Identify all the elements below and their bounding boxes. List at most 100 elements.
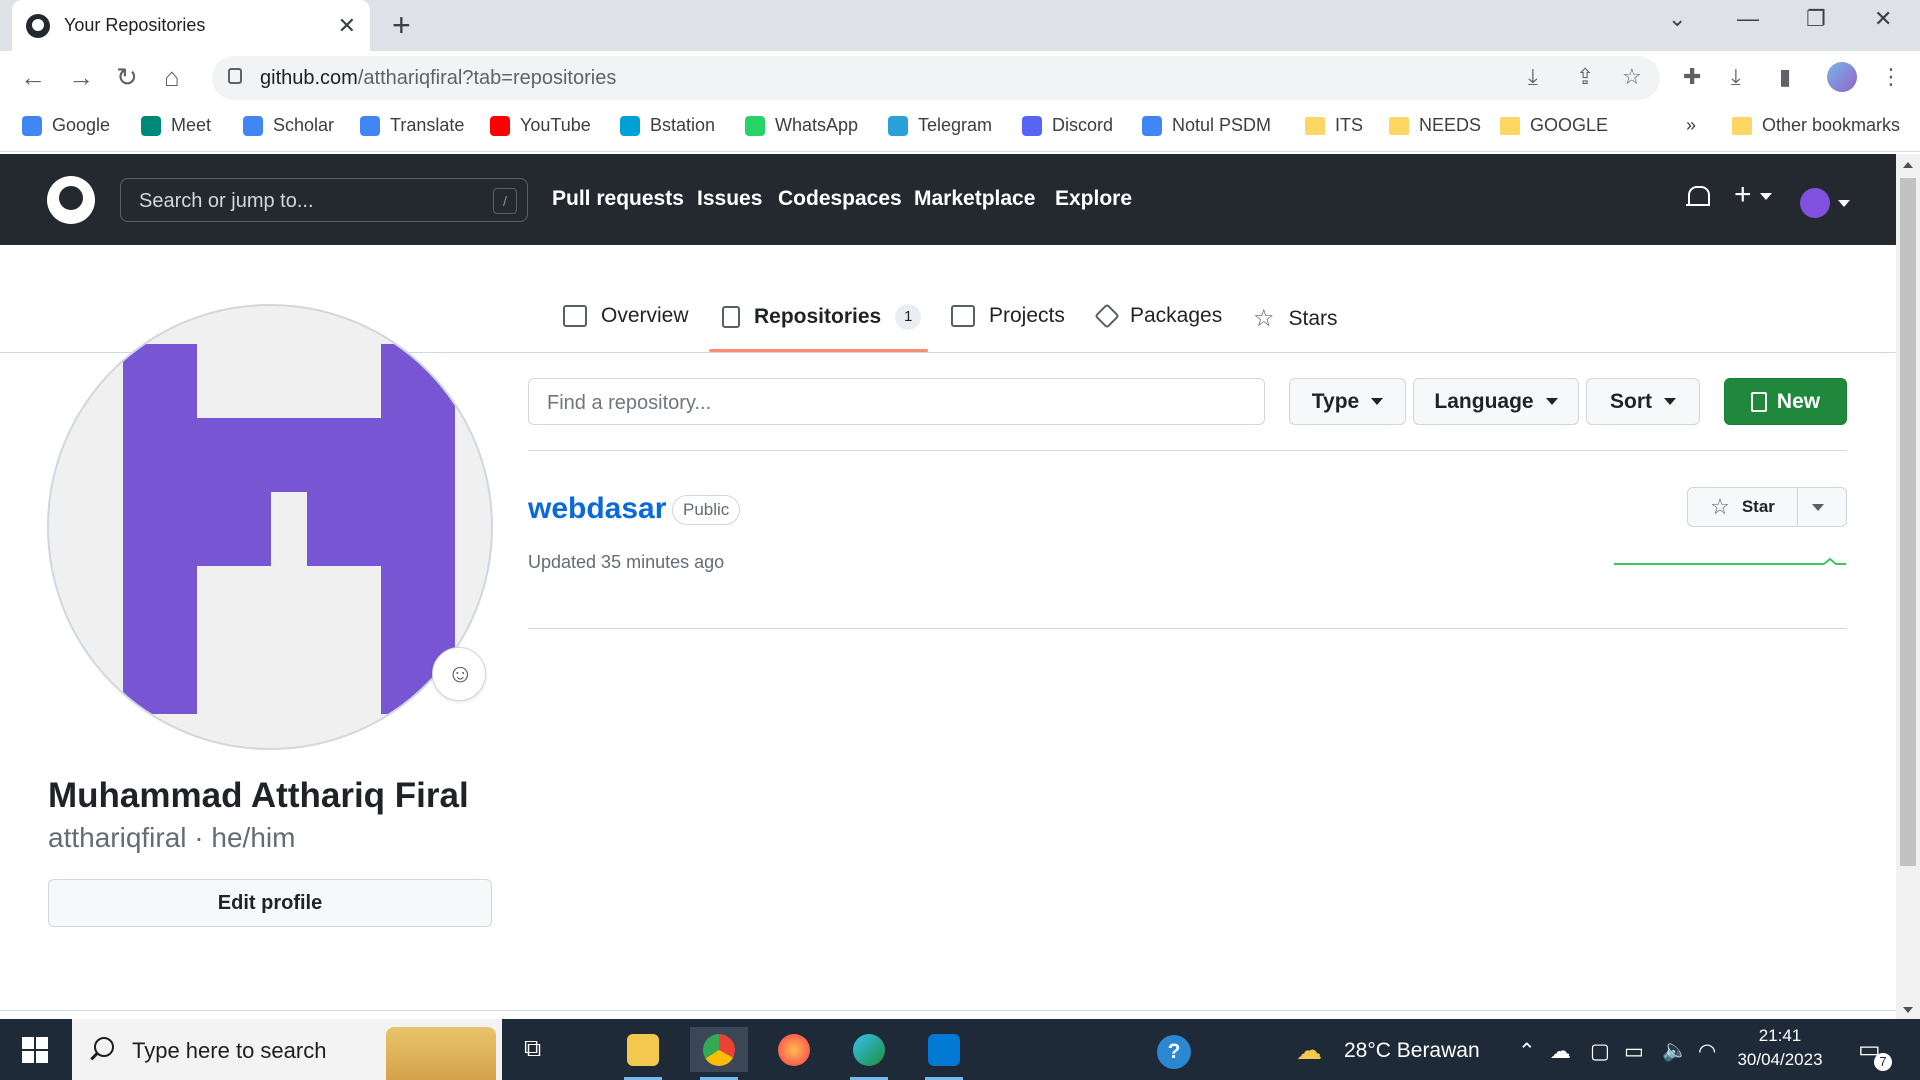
new-repository-button[interactable]: New [1724, 378, 1847, 425]
tab-repositories[interactable]: Repositories 1 [722, 304, 922, 330]
star-label: Star [1741, 497, 1775, 516]
browser-tab[interactable]: Your Repositories ✕ [12, 0, 370, 51]
new-tab-button[interactable]: + [392, 8, 411, 42]
bookmarks-overflow-icon[interactable]: » [1686, 115, 1696, 136]
nav-explore[interactable]: Explore [1055, 187, 1132, 211]
search-placeholder: Search or jump to... [139, 190, 314, 212]
windows-start-icon[interactable] [22, 1037, 48, 1063]
edge-app[interactable] [840, 1027, 898, 1080]
firefox-app[interactable] [765, 1027, 823, 1072]
forward-icon[interactable]: → [68, 62, 94, 92]
downloads-icon[interactable]: ⤓ [1731, 64, 1741, 90]
bookmark-discord[interactable]: Discord [1022, 115, 1113, 136]
tab-projects[interactable]: Projects [951, 304, 1065, 328]
extensions-icon[interactable]: ✚ [1683, 64, 1701, 90]
nav-marketplace[interactable]: Marketplace [914, 187, 1035, 211]
tab-overview[interactable]: Overview [563, 304, 689, 328]
github-logo-icon[interactable] [47, 176, 95, 224]
address-bar[interactable]: github.com/atthariqfiral?tab=repositorie… [212, 56, 1660, 100]
language-filter-button[interactable]: Language [1413, 378, 1579, 425]
nav-issues[interactable]: Issues [697, 187, 762, 211]
nav-codespaces[interactable]: Codespaces [778, 187, 902, 211]
side-panel-icon[interactable]: ▮ [1779, 64, 1791, 90]
divider [528, 628, 1847, 629]
back-icon[interactable]: ← [20, 62, 46, 92]
page-scrollbar[interactable] [1896, 154, 1920, 1019]
tab-stars-label: Stars [1288, 306, 1338, 330]
bookmark-notul-psdm[interactable]: Notul PSDM [1142, 115, 1271, 136]
minimize-icon[interactable]: — [1737, 6, 1759, 32]
telegram-icon [888, 115, 908, 136]
discord-icon [1022, 115, 1042, 136]
profile-avatar[interactable] [47, 304, 493, 750]
github-search-input[interactable]: Search or jump to... / [120, 178, 528, 222]
star-button[interactable]: ☆ Star [1687, 487, 1847, 527]
bookmark-its[interactable]: ITS [1305, 115, 1363, 136]
profile-avatar-icon[interactable] [1827, 62, 1857, 92]
bookmark-telegram[interactable]: Telegram [888, 115, 992, 136]
home-icon[interactable]: ⌂ [164, 62, 180, 92]
bookmark-translate[interactable]: Translate [360, 115, 464, 136]
repo-link[interactable]: webdasar [528, 492, 666, 526]
tab-packages[interactable]: Packages [1094, 303, 1222, 329]
vscode-app[interactable] [915, 1027, 973, 1080]
bookmark-label: Discord [1052, 115, 1114, 135]
star-main[interactable]: ☆ Star [1688, 488, 1798, 526]
chrome-icon [703, 1033, 735, 1066]
find-placeholder: Find a repository... [547, 392, 712, 414]
bookmark-label: Notul PSDM [1172, 115, 1272, 135]
bookmark-meet[interactable]: Meet [141, 115, 211, 136]
star-list-chevron-icon[interactable] [1812, 504, 1824, 511]
scroll-down-arrow-icon[interactable] [1903, 1007, 1913, 1013]
task-view-icon[interactable]: ⧉ [524, 1035, 541, 1063]
avatar-chevron-down-icon[interactable] [1838, 200, 1850, 207]
bookmark-scholar[interactable]: Scholar [243, 115, 334, 136]
volume-icon[interactable]: 🔈 [1662, 1039, 1688, 1063]
folder-icon [1500, 116, 1520, 135]
other-bookmarks[interactable]: Other bookmarks [1732, 115, 1900, 136]
meet-now-icon[interactable]: ▢ [1590, 1039, 1610, 1064]
file-explorer-app[interactable] [614, 1027, 672, 1080]
scroll-thumb[interactable] [1900, 178, 1916, 866]
weather-text[interactable]: 28°C Berawan [1344, 1039, 1480, 1063]
create-new-button[interactable]: + [1734, 180, 1772, 210]
set-status-smiley-icon[interactable] [432, 647, 486, 701]
find-repository-input[interactable]: Find a repository... [528, 378, 1265, 425]
window-close-icon[interactable]: ✕ [1874, 6, 1892, 32]
language-filter-label: Language [1434, 389, 1534, 413]
edit-profile-button[interactable]: Edit profile [48, 879, 492, 927]
help-icon[interactable]: ? [1157, 1035, 1191, 1069]
taskbar-search-box[interactable]: Type here to search [72, 1019, 502, 1080]
tab-close-icon[interactable]: ✕ [338, 13, 356, 39]
bookmark-google[interactable]: GOOGLE [1500, 115, 1608, 136]
bookmark-youtube[interactable]: YouTube [490, 115, 591, 136]
tray-chevron-up-icon[interactable]: ⌃ [1518, 1039, 1536, 1064]
bookmark-whatsapp[interactable]: WhatsApp [745, 115, 858, 136]
install-app-icon[interactable]: ⤓ [1528, 64, 1538, 90]
restore-icon[interactable]: ❐ [1806, 6, 1826, 32]
notifications-bell-icon[interactable] [1686, 184, 1710, 210]
bookmark-star-icon[interactable]: ☆ [1622, 64, 1642, 90]
onedrive-cloud-icon[interactable]: ☁ [1550, 1039, 1571, 1064]
tab-stars[interactable]: ☆ Stars [1253, 304, 1338, 333]
whatsapp-icon [745, 115, 765, 136]
share-icon[interactable]: ⇪ [1576, 64, 1594, 90]
wifi-icon[interactable]: ◠ [1698, 1039, 1716, 1064]
chrome-app[interactable] [690, 1027, 748, 1080]
type-filter-button[interactable]: Type [1289, 378, 1406, 425]
browser-tab-strip: Your Repositories ✕ + ⌄ — ❐ ✕ [0, 0, 1920, 51]
sort-button[interactable]: Sort [1586, 378, 1700, 425]
reload-icon[interactable]: ↻ [116, 62, 138, 92]
bookmark-label: ITS [1335, 115, 1364, 135]
bookmark-needs[interactable]: NEEDS [1389, 115, 1481, 136]
bookmark-google[interactable]: Google [22, 115, 110, 136]
tab-search-chevron-icon[interactable]: ⌄ [1668, 6, 1686, 32]
scroll-up-arrow-icon[interactable] [1903, 162, 1913, 168]
battery-icon[interactable]: ▭ [1624, 1039, 1644, 1064]
user-avatar[interactable] [1800, 188, 1830, 218]
nav-pull-requests[interactable]: Pull requests [552, 187, 684, 211]
menu-kebab-icon[interactable]: ⋮ [1880, 64, 1902, 90]
bookmark-bstation[interactable]: Bstation [620, 115, 715, 136]
firefox-icon [778, 1033, 810, 1066]
system-clock[interactable]: 21:41 30/04/2023 [1736, 1024, 1824, 1072]
